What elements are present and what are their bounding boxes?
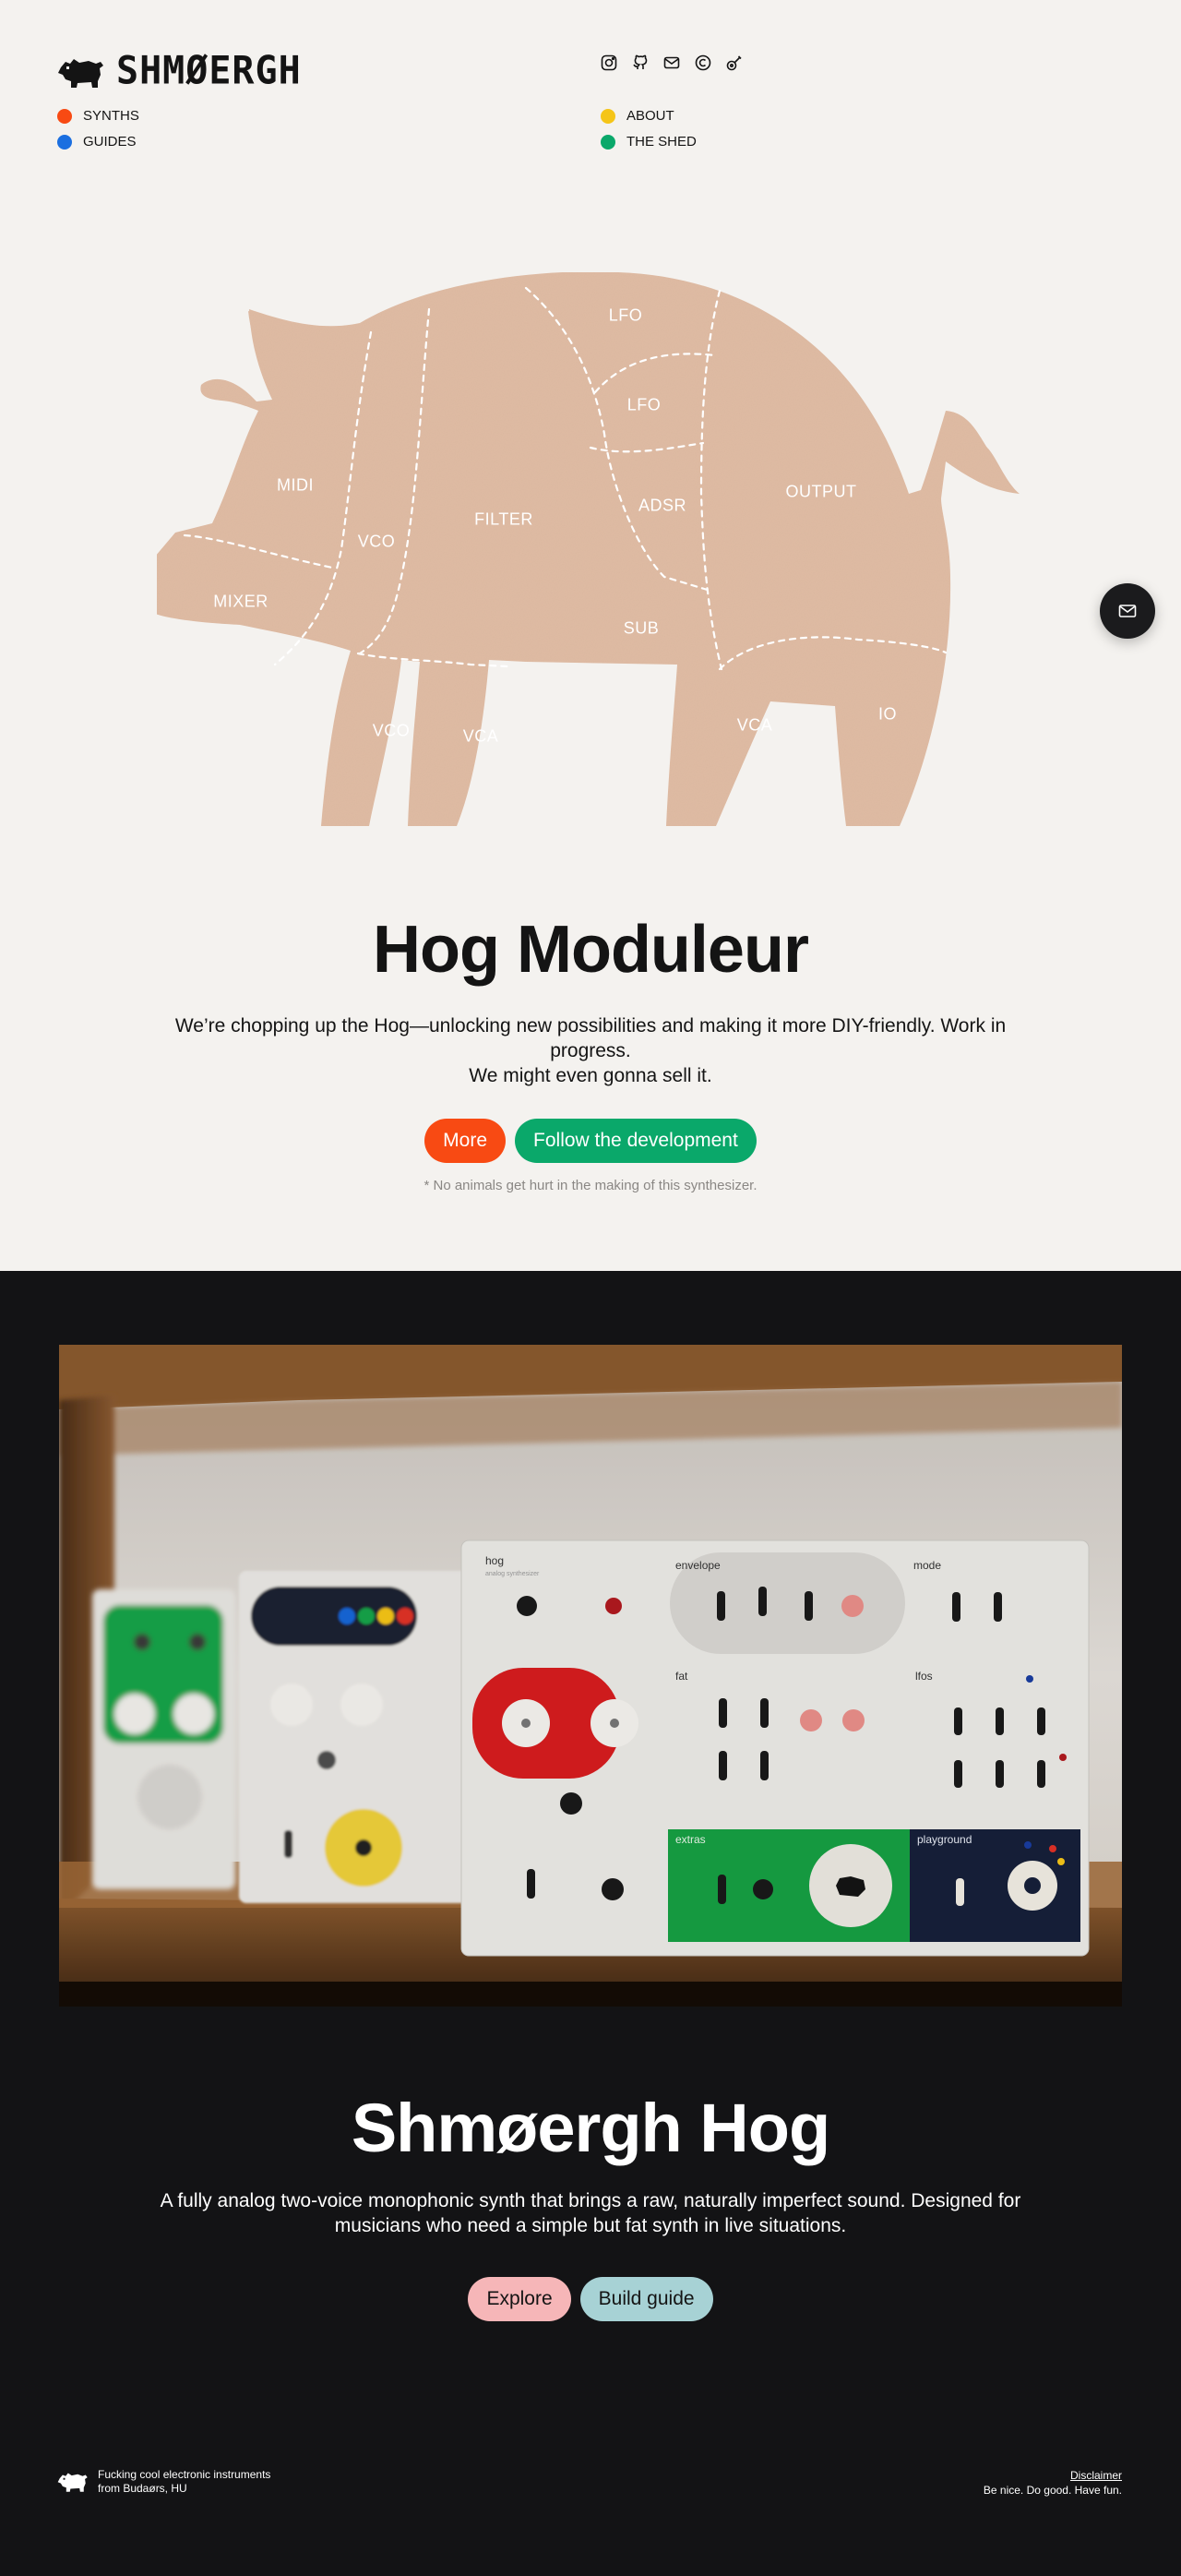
pig-section-io[interactable]: IO [878, 705, 897, 725]
synth-shelf-image: hog analog synthesizer envelope mode fat… [59, 1345, 1122, 2007]
hero-buttons: More Follow the development [0, 1119, 1181, 1163]
build-guide-button[interactable]: Build guide [579, 2277, 713, 2321]
contact-fab-button[interactable] [1100, 583, 1155, 639]
orange-dot-icon [57, 108, 72, 124]
pig-section-adsr[interactable]: ADSR [638, 497, 686, 516]
hero-description: We’re chopping up the Hog—unlocking new … [166, 1013, 1015, 1088]
pig-section-vca[interactable]: VCA [463, 727, 499, 747]
guitar-icon[interactable] [725, 54, 744, 72]
disclaimer-link[interactable]: Disclaimer [1070, 2469, 1122, 2482]
more-button[interactable]: More [424, 1119, 507, 1163]
hog-synth-photo: hog analog synthesizer envelope mode fat… [59, 1345, 1122, 2007]
pig-section-midi[interactable]: MIDI [277, 476, 314, 496]
pig-section-sub[interactable]: SUB [624, 619, 660, 639]
site-header: SHMØERGH SYNTHS GUIDES ABOUT THE SHED [0, 0, 1181, 166]
nav-label: SYNTHS [83, 108, 139, 124]
pig-butcher-diagram: LFO LFO MIDI VCO FILTER ADSR OUTPUT MIXE… [155, 271, 1024, 826]
green-dot-icon [601, 134, 615, 150]
product-description: A fully analog two-voice monophonic synt… [160, 2190, 1021, 2236]
mail-icon [1118, 605, 1137, 617]
nav-item-synths[interactable]: SYNTHS [57, 108, 139, 124]
hero-title: Hog Moduleur [373, 913, 809, 987]
footer-pig-logo-icon[interactable] [57, 2468, 89, 2494]
nav-item-the-shed[interactable]: THE SHED [601, 134, 697, 150]
hero-footnote: * No animals get hurt in the making of t… [423, 1178, 758, 1193]
brand-wordmark: SHMØERGH [116, 48, 302, 94]
product-title: Shmøergh Hog [351, 2090, 830, 2166]
nav-label: ABOUT [626, 108, 674, 124]
footer-right: Disclaimer Be nice. Do good. Have fun. [984, 2468, 1122, 2498]
pig-section-output[interactable]: OUTPUT [786, 483, 857, 502]
hero-desc-line-1: We’re chopping up the Hog—unlocking new … [174, 1015, 1007, 1061]
github-icon[interactable] [631, 54, 650, 72]
site-logo[interactable]: SHMØERGH [57, 48, 302, 94]
nav-label: THE SHED [626, 134, 697, 150]
pig-section-lfo-2[interactable]: LFO [627, 396, 662, 415]
blue-dot-icon [57, 134, 72, 150]
nav-label: GUIDES [83, 134, 137, 150]
instagram-icon[interactable] [600, 54, 618, 72]
explore-button[interactable]: Explore [468, 2277, 571, 2321]
footer-motto: Be nice. Do good. Have fun. [983, 2484, 1122, 2497]
pig-section-filter[interactable]: FILTER [474, 510, 533, 530]
pig-section-vco-leg[interactable]: VCO [373, 722, 411, 741]
yellow-dot-icon [601, 108, 615, 124]
pig-section-vca-2[interactable]: VCA [737, 716, 773, 736]
follow-development-button[interactable]: Follow the development [515, 1119, 757, 1163]
product-section: hog analog synthesizer envelope mode fat… [0, 1271, 1181, 2576]
footer-tagline: Fucking cool electronic instruments from… [98, 2468, 271, 2495]
social-links [600, 54, 744, 72]
pig-section-vco[interactable]: VCO [358, 533, 396, 552]
nav-right: ABOUT THE SHED [601, 108, 697, 150]
nav-item-about[interactable]: ABOUT [601, 108, 697, 124]
nav-item-guides[interactable]: GUIDES [57, 134, 139, 150]
pig-illustration [155, 271, 1020, 826]
nav-left: SYNTHS GUIDES [57, 108, 139, 150]
pig-logo-icon [58, 59, 103, 88]
pig-section-mixer[interactable]: MIXER [213, 593, 268, 612]
hero-desc-line-2: We might even gonna sell it. [469, 1065, 712, 1086]
copyright-icon[interactable] [694, 54, 712, 72]
pig-section-lfo[interactable]: LFO [609, 306, 643, 326]
product-buttons: Explore Build guide [0, 2277, 1181, 2321]
mail-icon[interactable] [662, 54, 681, 72]
